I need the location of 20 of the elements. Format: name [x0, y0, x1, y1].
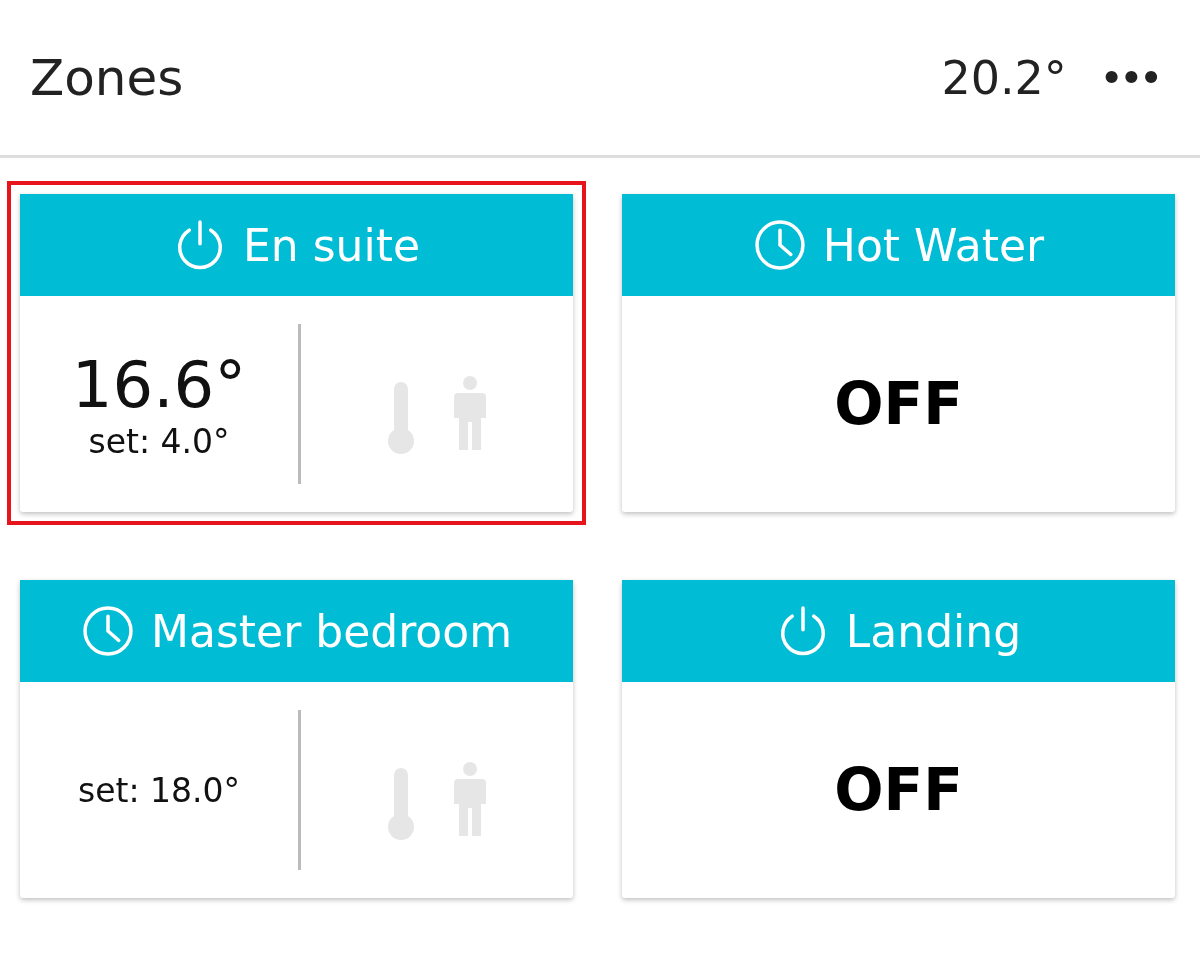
zone-name: Master bedroom	[151, 605, 512, 657]
setpoint: set: 4.0°	[88, 421, 230, 461]
zone-status: OFF	[834, 756, 963, 824]
zone-card[interactable]: Landing OFF	[609, 567, 1188, 911]
zone-name: Hot Water	[822, 219, 1045, 271]
page-title: Zones	[30, 48, 184, 107]
setpoint: set: 18.0°	[78, 770, 240, 810]
menu-button[interactable]: •••	[1100, 57, 1160, 98]
zone-card[interactable]: Hot Water OFF	[609, 181, 1188, 525]
clock-icon	[752, 218, 807, 272]
zone-name: Landing	[845, 605, 1022, 657]
zone-name: En suite	[243, 219, 420, 271]
zone-card[interactable]: Master bedroom set: 18.0°	[7, 567, 586, 911]
current-temperature: 16.6°	[71, 347, 247, 422]
zone-card[interactable]: En suite 16.6° set: 4.0°	[7, 181, 586, 525]
thermometer-icon	[386, 380, 416, 456]
thermometer-icon	[386, 766, 416, 842]
zone-status: OFF	[834, 370, 963, 438]
outside-temperature: 20.2°	[941, 50, 1067, 105]
clock-icon	[81, 604, 135, 658]
